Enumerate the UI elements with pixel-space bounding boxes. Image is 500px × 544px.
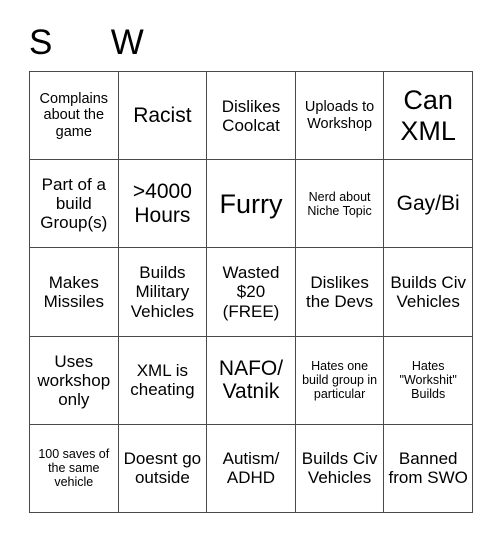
bingo-cell-r1c4[interactable]: Uploads to Workshop bbox=[295, 72, 385, 161]
bingo-cell-r4c4[interactable]: Hates one build group in particular bbox=[295, 336, 385, 425]
bingo-cell-label: Dislikes Coolcat bbox=[221, 96, 281, 135]
bingo-cell-label: Banned from SWO bbox=[388, 449, 468, 488]
bingo-cell-r2c4[interactable]: Nerd about Niche Topic bbox=[295, 160, 385, 249]
bingo-cell-label: Gay/Bi bbox=[396, 192, 460, 216]
bingo-cell-label: Can XML bbox=[400, 85, 456, 146]
bingo-cell-label: Dislikes the Devs bbox=[306, 272, 374, 311]
bingo-cell-r1c5[interactable]: Can XML bbox=[384, 72, 473, 161]
bingo-cell-r2c3[interactable]: Furry bbox=[207, 160, 296, 249]
bingo-cell-label: Nerd about Niche Topic bbox=[307, 189, 372, 218]
bingo-cell-label: Doesnt go outside bbox=[123, 449, 202, 488]
bingo-cell-r4c1[interactable]: Uses workshop only bbox=[30, 336, 119, 425]
page-title: S W bbox=[29, 23, 144, 62]
bingo-card: S W Complains about the game Racist Dislik… bbox=[0, 0, 500, 544]
bingo-cell-r1c1[interactable]: Complains about the game bbox=[30, 72, 119, 161]
bingo-cell-label: NAFO/ Vatnik bbox=[218, 356, 284, 404]
bingo-cell-r4c5[interactable]: Hates "Workshit" Builds bbox=[384, 336, 473, 425]
bingo-cell-r5c1[interactable]: 100 saves of the same vehicle bbox=[30, 424, 119, 513]
bingo-cell-label: Builds Civ Vehicles bbox=[301, 449, 378, 488]
bingo-cell-label: XML is cheating bbox=[130, 361, 195, 400]
bingo-cell-label: Complains about the game bbox=[39, 91, 109, 140]
bingo-grid: Complains about the game Racist Dislikes C… bbox=[29, 71, 473, 513]
bingo-cell-r2c2[interactable]: >4000 Hours bbox=[118, 160, 208, 249]
bingo-cell-r5c2[interactable]: Doesnt go outside bbox=[118, 424, 208, 513]
bingo-cell-label: Furry bbox=[219, 188, 283, 219]
bingo-cell-label: Hates "Workshit" Builds bbox=[399, 359, 457, 402]
bingo-cell-label: Part of a build Group(s) bbox=[40, 175, 108, 233]
bingo-cell-label: Wasted $20 (FREE) bbox=[222, 263, 280, 321]
bingo-cell-r2c1[interactable]: Part of a build Group(s) bbox=[30, 160, 119, 249]
bingo-cell-r5c4[interactable]: Builds Civ Vehicles bbox=[295, 424, 385, 513]
bingo-cell-label: Racist bbox=[133, 103, 192, 127]
bingo-cell-label: Hates one build group in particular bbox=[302, 359, 378, 402]
bingo-cell-r3c4[interactable]: Dislikes the Devs bbox=[295, 248, 385, 337]
bingo-cell-r5c5[interactable]: Banned from SWO bbox=[384, 424, 473, 513]
bingo-cell-r4c3[interactable]: NAFO/ Vatnik bbox=[207, 336, 296, 425]
bingo-cell-r3c2[interactable]: Builds Military Vehicles bbox=[118, 248, 208, 337]
bingo-cell-r1c3[interactable]: Dislikes Coolcat bbox=[207, 72, 296, 161]
bingo-cell-r3c3[interactable]: Wasted $20 (FREE) bbox=[207, 248, 296, 337]
bingo-cell-label: 100 saves of the same vehicle bbox=[38, 447, 110, 490]
bingo-cell-r1c2[interactable]: Racist bbox=[118, 72, 208, 161]
bingo-cell-label: Builds Civ Vehicles bbox=[390, 272, 466, 311]
bingo-cell-label: Uploads to Workshop bbox=[304, 99, 375, 132]
bingo-cell-r5c3[interactable]: Autism/ ADHD bbox=[207, 424, 296, 513]
bingo-cell-label: Makes Missiles bbox=[43, 272, 105, 311]
bingo-cell-r2c5[interactable]: Gay/Bi bbox=[384, 160, 473, 249]
bingo-card-title-row: S W bbox=[29, 20, 473, 66]
bingo-cell-label: Builds Military Vehicles bbox=[130, 263, 195, 321]
bingo-cell-r3c5[interactable]: Builds Civ Vehicles bbox=[384, 248, 473, 337]
bingo-cell-r4c2[interactable]: XML is cheating bbox=[118, 336, 208, 425]
bingo-cell-label: >4000 Hours bbox=[132, 180, 192, 227]
bingo-cell-label: Autism/ ADHD bbox=[222, 449, 280, 488]
bingo-cell-label: Uses workshop only bbox=[37, 351, 111, 409]
bingo-cell-r3c1[interactable]: Makes Missiles bbox=[30, 248, 119, 337]
